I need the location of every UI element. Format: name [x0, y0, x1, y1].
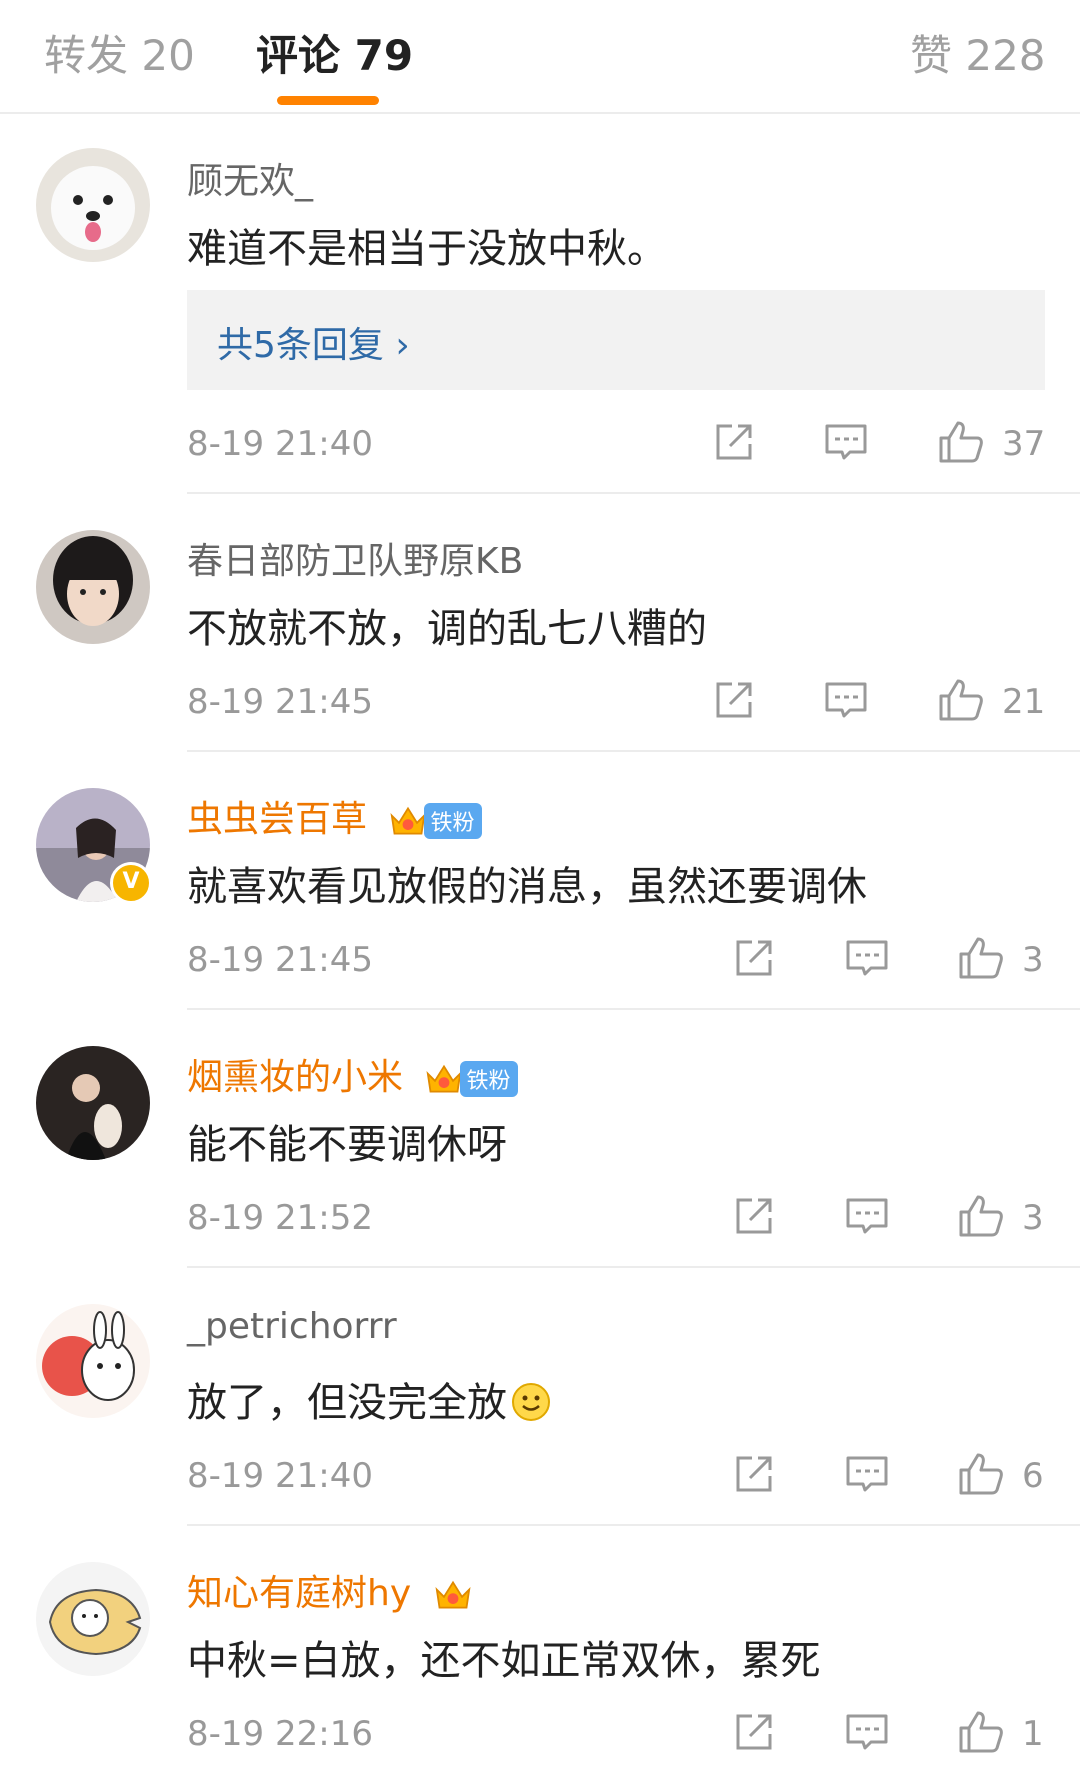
like-count: 21 — [1002, 682, 1046, 722]
comment-icon[interactable] — [843, 1708, 891, 1756]
avatar[interactable] — [36, 1046, 150, 1160]
like-icon[interactable] — [957, 1708, 1005, 1756]
share-icon[interactable] — [710, 676, 758, 724]
username[interactable]: 虫虫尝百草 铁粉 — [187, 790, 483, 842]
like-icon[interactable] — [937, 676, 985, 724]
comment-icon[interactable] — [843, 1450, 891, 1498]
comment-icon[interactable] — [822, 418, 870, 466]
timestamp: 8-19 21:40 — [187, 424, 373, 464]
divider — [187, 1008, 1080, 1010]
like-count: 1 — [1022, 1714, 1044, 1754]
timestamp: 8-19 21:45 — [187, 940, 373, 980]
fan-badge: 铁粉 — [424, 803, 483, 839]
comment-text: 难道不是相当于没放中秋。 — [187, 226, 667, 272]
comment-text: 中秋=白放，还不如正常双休，累死 — [187, 1638, 821, 1684]
tab-likes[interactable]: 赞 228 — [910, 22, 1046, 83]
avatar[interactable] — [36, 1562, 150, 1676]
replies-box[interactable]: 共5条回复 › — [187, 290, 1045, 390]
divider — [187, 750, 1080, 752]
share-icon[interactable] — [730, 1192, 778, 1240]
timestamp: 8-19 21:52 — [187, 1198, 373, 1238]
comment-icon[interactable] — [822, 676, 870, 724]
like-icon[interactable] — [957, 1192, 1005, 1240]
tab-forwards[interactable]: 转发 20 — [44, 22, 195, 83]
fan-badge: 铁粉 — [460, 1061, 519, 1097]
avatar[interactable] — [36, 1304, 150, 1418]
share-icon[interactable] — [730, 934, 778, 982]
like-icon[interactable] — [957, 1450, 1005, 1498]
divider — [187, 492, 1080, 494]
username-text: 知心有庭树hy — [187, 1573, 412, 1614]
tab-comments[interactable]: 评论 79 — [256, 22, 413, 83]
like-icon[interactable] — [937, 418, 985, 466]
divider — [187, 1524, 1080, 1526]
share-icon[interactable] — [730, 1450, 778, 1498]
avatar[interactable] — [36, 148, 150, 262]
comment-icon[interactable] — [843, 1192, 891, 1240]
comment-text: 不放就不放，调的乱七八糟的 — [187, 606, 707, 652]
avatar[interactable] — [36, 530, 150, 644]
timestamp: 8-19 21:40 — [187, 1456, 373, 1496]
like-count: 3 — [1022, 1198, 1044, 1238]
comment-text-body: 放了，但没完全放 — [187, 1380, 507, 1426]
comment-text: 就喜欢看见放假的消息，虽然还要调休 — [187, 864, 867, 910]
like-count: 3 — [1022, 940, 1044, 980]
share-icon[interactable] — [710, 418, 758, 466]
username[interactable]: 知心有庭树hy — [187, 1564, 475, 1616]
comment-text: 放了，但没完全放 — [187, 1370, 551, 1428]
like-count: 6 — [1022, 1456, 1044, 1496]
smile-emoji-icon — [511, 1382, 551, 1422]
crown-badge-icon — [431, 1577, 475, 1613]
username[interactable]: 顾无欢_ — [187, 152, 313, 204]
comment-icon[interactable] — [843, 934, 891, 982]
username[interactable]: _petrichorrr — [187, 1306, 397, 1347]
username[interactable]: 春日部防卫队野原KB — [187, 532, 523, 584]
active-tab-indicator — [277, 96, 379, 105]
like-count: 37 — [1002, 424, 1046, 464]
verified-badge: V — [110, 862, 152, 904]
username[interactable]: 烟熏妆的小米 铁粉 — [187, 1048, 519, 1100]
username-text: 烟熏妆的小米 — [187, 1057, 404, 1098]
timestamp: 8-19 21:45 — [187, 682, 373, 722]
timestamp: 8-19 22:16 — [187, 1714, 373, 1754]
like-icon[interactable] — [957, 934, 1005, 982]
tab-bar: 转发 20 评论 79 赞 228 — [0, 0, 1080, 114]
username-text: 虫虫尝百草 — [187, 799, 368, 840]
comment-text: 能不能不要调休呀 — [187, 1122, 507, 1168]
view-replies-link[interactable]: 共5条回复 › — [217, 316, 410, 368]
share-icon[interactable] — [730, 1708, 778, 1756]
divider — [187, 1266, 1080, 1268]
